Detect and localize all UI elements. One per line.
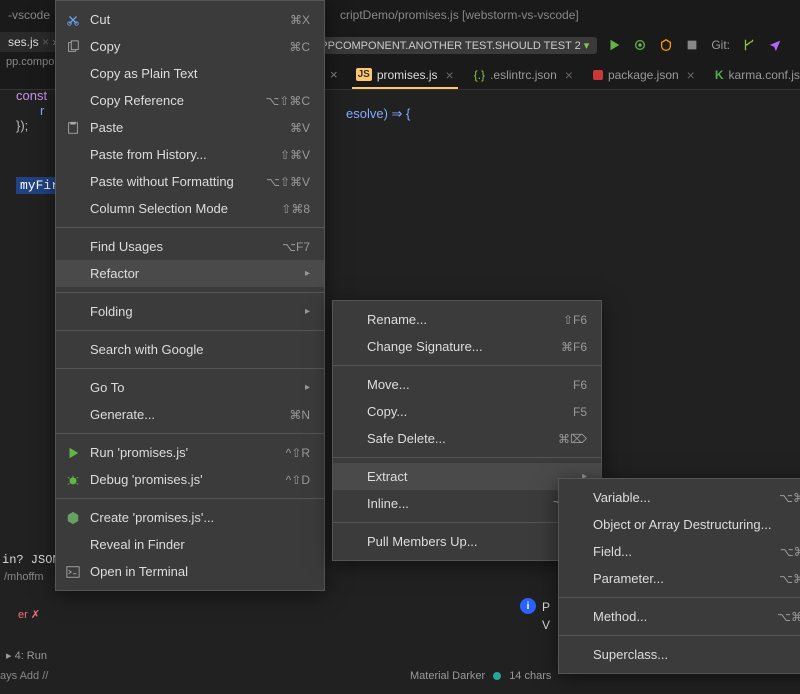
paste-icon bbox=[66, 121, 80, 135]
info-badge-icon[interactable]: i bbox=[520, 598, 536, 614]
menu-paste-history[interactable]: Paste from History...⇧⌘V bbox=[56, 141, 324, 168]
status-fragment: ays Add // bbox=[0, 670, 48, 682]
tab-promises-js[interactable]: JS promises.js × bbox=[346, 60, 464, 89]
menu-open-terminal[interactable]: Open in Terminal bbox=[56, 558, 324, 585]
close-icon[interactable]: × bbox=[446, 67, 454, 83]
terminal-icon bbox=[66, 565, 80, 579]
menu-column-select[interactable]: Column Selection Mode⇧⌘8 bbox=[56, 195, 324, 222]
menu-safe-delete[interactable]: Safe Delete...⌘⌦ bbox=[333, 425, 601, 452]
context-menu: Cut⌘X Copy⌘C Copy as Plain Text Copy Ref… bbox=[55, 0, 325, 591]
npm-icon bbox=[593, 70, 603, 80]
window-title: criptDemo/promises.js [webstorm-vs-vscod… bbox=[340, 8, 579, 22]
run-icon[interactable] bbox=[607, 38, 621, 52]
theme-dot-icon bbox=[493, 672, 501, 680]
menu-extract-variable[interactable]: Variable...⌥⌘V bbox=[559, 484, 800, 511]
menu-copy-reference[interactable]: Copy Reference⌥⇧⌘C bbox=[56, 87, 324, 114]
run-icon bbox=[66, 446, 80, 460]
menu-run[interactable]: Run 'promises.js'^⇧R bbox=[56, 439, 324, 466]
push-icon[interactable] bbox=[768, 38, 782, 52]
menu-reveal-finder[interactable]: Reveal in Finder bbox=[56, 531, 324, 558]
json-file-icon: {.} bbox=[474, 68, 485, 82]
v-fragment: V bbox=[542, 618, 550, 632]
menu-goto[interactable]: Go To▸ bbox=[56, 374, 324, 401]
stop-icon[interactable] bbox=[685, 38, 699, 52]
debug-icon[interactable] bbox=[633, 38, 647, 52]
menu-generate[interactable]: Generate...⌘N bbox=[56, 401, 324, 428]
menu-copy-file[interactable]: Copy...F5 bbox=[333, 398, 601, 425]
close-icon[interactable]: × bbox=[687, 67, 695, 83]
error-mark: er ✗ bbox=[18, 608, 40, 621]
menu-copy[interactable]: Copy⌘C bbox=[56, 33, 324, 60]
cut-icon bbox=[66, 13, 80, 27]
close-icon[interactable]: × bbox=[565, 67, 573, 83]
menu-refactor[interactable]: Refactor▸ bbox=[56, 260, 324, 287]
tab-karma-conf[interactable]: K karma.conf.js × bbox=[705, 60, 800, 89]
menu-extract-superclass[interactable]: Superclass... bbox=[559, 641, 800, 668]
menu-copy-plain[interactable]: Copy as Plain Text bbox=[56, 60, 324, 87]
menu-debug[interactable]: Debug 'promises.js'^⇧D bbox=[56, 466, 324, 493]
menu-change-signature[interactable]: Change Signature...⌘F6 bbox=[333, 333, 601, 360]
status-json-fragment: in? JSON bbox=[2, 553, 60, 567]
debug-icon bbox=[66, 473, 80, 487]
karma-icon: K bbox=[715, 68, 724, 82]
git-label: Git: bbox=[711, 38, 730, 52]
branch-icon[interactable] bbox=[742, 38, 756, 52]
menu-folding[interactable]: Folding▸ bbox=[56, 298, 324, 325]
menu-extract-field[interactable]: Field...⌥⌘F bbox=[559, 538, 800, 565]
coverage-icon[interactable] bbox=[659, 38, 673, 52]
menu-find-usages[interactable]: Find Usages⌥F7 bbox=[56, 233, 324, 260]
menu-cut[interactable]: Cut⌘X bbox=[56, 6, 324, 33]
run-configuration[interactable]: APPCOMPONENT.ANOTHER TEST.SHOULD TEST 2 … bbox=[305, 37, 597, 54]
js-file-icon: JS bbox=[356, 68, 372, 81]
menu-paste[interactable]: Paste⌘V bbox=[56, 114, 324, 141]
menu-create-config[interactable]: Create 'promises.js'... bbox=[56, 504, 324, 531]
menu-extract-destructuring[interactable]: Object or Array Destructuring... bbox=[559, 511, 800, 538]
node-icon bbox=[66, 511, 80, 525]
menu-extract-parameter[interactable]: Parameter...⌥⌘P bbox=[559, 565, 800, 592]
menu-rename[interactable]: Rename...⇧F6 bbox=[333, 306, 601, 333]
menu-move[interactable]: Move...F6 bbox=[333, 371, 601, 398]
path-fragment: /mhoffm bbox=[4, 571, 44, 583]
status-theme[interactable]: Material Darker 14 chars bbox=[410, 670, 551, 682]
copy-icon bbox=[66, 40, 80, 54]
extract-submenu: Variable...⌥⌘V Object or Array Destructu… bbox=[558, 478, 800, 674]
menu-search-google[interactable]: Search with Google bbox=[56, 336, 324, 363]
tab-package-json[interactable]: package.json × bbox=[583, 60, 705, 89]
menu-paste-no-format[interactable]: Paste without Formatting⌥⇧⌘V bbox=[56, 168, 324, 195]
project-fragment: -vscode bbox=[8, 8, 50, 22]
tab-eslintrc[interactable]: {.} .eslintrc.json × bbox=[464, 60, 583, 89]
p-fragment: P bbox=[542, 600, 550, 614]
menu-extract-method[interactable]: Method...⌥⌘M bbox=[559, 603, 800, 630]
run-tool-window[interactable]: ▸ 4: Run bbox=[6, 649, 47, 662]
